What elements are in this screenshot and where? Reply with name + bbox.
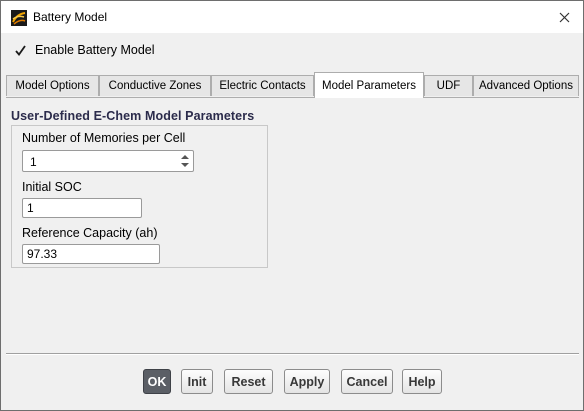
close-button[interactable]	[553, 6, 575, 28]
group-title: User-Defined E-Chem Model Parameters	[11, 109, 255, 123]
spinner-arrows-icon[interactable]	[179, 153, 191, 169]
memories-value: 1	[30, 155, 37, 169]
window-title: Battery Model	[33, 10, 108, 24]
reset-button[interactable]: Reset	[224, 369, 273, 394]
checkmark-icon	[15, 44, 26, 56]
tab-advanced-options[interactable]: Advanced Options	[473, 75, 579, 96]
reference-capacity-label: Reference Capacity (ah)	[22, 226, 158, 240]
button-separator	[6, 353, 579, 355]
tab-model-parameters[interactable]: Model Parameters	[314, 72, 424, 98]
enable-battery-model-checkbox[interactable]	[14, 44, 27, 57]
memories-spinner[interactable]: 1	[22, 150, 194, 172]
reference-capacity-input[interactable]	[22, 244, 160, 264]
enable-battery-model-row[interactable]: Enable Battery Model	[14, 42, 155, 58]
initial-soc-label: Initial SOC	[22, 180, 82, 194]
title-bar[interactable]: Battery Model	[1, 1, 583, 33]
model-parameters-panel: User-Defined E-Chem Model Parameters Num…	[6, 97, 579, 351]
tab-model-options[interactable]: Model Options	[6, 75, 99, 96]
battery-model-dialog: Battery Model Enable Battery Model Model…	[0, 0, 584, 411]
e-chem-parameters-group: Number of Memories per Cell 1 Initial SO…	[11, 125, 268, 268]
help-button[interactable]: Help	[402, 369, 442, 394]
initial-soc-input[interactable]	[22, 198, 142, 218]
init-button[interactable]: Init	[181, 369, 213, 394]
memories-label: Number of Memories per Cell	[22, 131, 186, 145]
close-icon	[559, 12, 569, 22]
tab-udf[interactable]: UDF	[424, 75, 473, 96]
tab-bar: Model Options Conductive Zones Electric …	[6, 72, 579, 98]
cancel-button[interactable]: Cancel	[341, 369, 393, 394]
tab-electric-contacts[interactable]: Electric Contacts	[211, 75, 314, 96]
ok-button[interactable]: OK	[143, 369, 171, 394]
enable-battery-model-label: Enable Battery Model	[35, 43, 155, 57]
ansys-fluent-icon	[11, 10, 27, 26]
apply-button[interactable]: Apply	[284, 369, 330, 394]
tab-conductive-zones[interactable]: Conductive Zones	[99, 75, 211, 96]
